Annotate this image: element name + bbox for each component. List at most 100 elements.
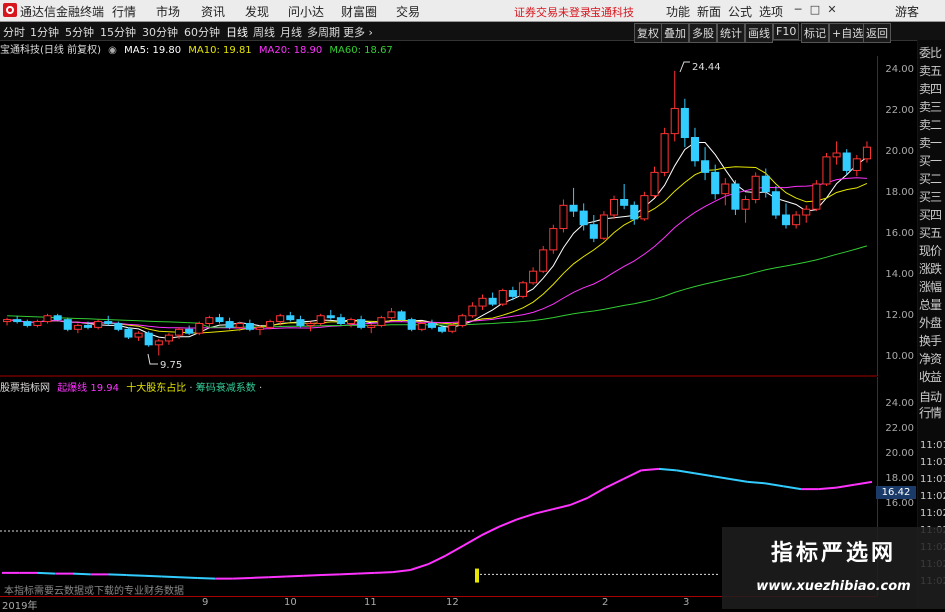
- tool-drawing[interactable]: 画线: [745, 23, 773, 43]
- menu-formula[interactable]: 公式: [728, 3, 752, 20]
- guest-label[interactable]: 游客: [895, 3, 919, 20]
- tool-f10[interactable]: F10: [773, 23, 800, 40]
- menu-news[interactable]: 资讯: [201, 3, 225, 20]
- candle-body: [63, 319, 72, 330]
- candle-body: [174, 328, 184, 336]
- side-item[interactable]: 买四: [919, 206, 942, 223]
- side-item[interactable]: 现价: [919, 242, 942, 259]
- minimize-icon[interactable]: ─: [790, 2, 806, 18]
- indicator-segment: [268, 575, 287, 579]
- side-item[interactable]: 外盘: [919, 314, 942, 331]
- tab-weekly[interactable]: 周线: [253, 24, 275, 40]
- tool-back[interactable]: 返回: [863, 23, 891, 43]
- time-tick: 2: [602, 597, 609, 608]
- menu-options[interactable]: 选项: [759, 3, 783, 20]
- tab-15min[interactable]: 15分钟: [100, 24, 136, 40]
- menu-market[interactable]: 市场: [156, 3, 180, 20]
- candle-body: [276, 315, 285, 323]
- restore-icon[interactable]: □: [807, 2, 823, 18]
- candle-body: [670, 107, 679, 135]
- candle-body: [468, 305, 477, 317]
- indicator-segment: [836, 483, 855, 489]
- tab-1min[interactable]: 1分钟: [30, 24, 59, 40]
- side-item[interactable]: 卖四: [919, 80, 942, 97]
- tab-more[interactable]: 更多 ›: [343, 24, 373, 40]
- login-notice[interactable]: 证券交易未登录: [514, 4, 591, 20]
- indicator-segment: [339, 572, 358, 576]
- tab-multi-period[interactable]: 多周期: [307, 24, 340, 40]
- side-item[interactable]: 买三: [919, 188, 942, 205]
- side-item[interactable]: 卖五: [919, 62, 942, 79]
- tool-add-watchlist[interactable]: +自选: [829, 23, 867, 43]
- tool-multi-stock[interactable]: 多股: [689, 23, 717, 43]
- menu-new-page[interactable]: 新面: [697, 3, 721, 20]
- settings-icon[interactable]: ◉: [108, 45, 117, 56]
- tool-mark[interactable]: 标记: [801, 23, 829, 43]
- title-bar: 通达信金融终端 行情 市场 资讯 发现 问小达 财富圈 交易 证券交易未登录 宝…: [0, 0, 945, 22]
- side-item[interactable]: 涨幅: [919, 278, 942, 295]
- menu-ask[interactable]: 问小达: [288, 3, 324, 20]
- menu-function[interactable]: 功能: [666, 3, 690, 20]
- side-item[interactable]: 卖三: [919, 98, 942, 115]
- indicator-tick: 18.00: [885, 473, 914, 484]
- side-auto[interactable]: 自动: [919, 388, 942, 405]
- indicator-segment: [126, 574, 145, 577]
- side-item[interactable]: 买五: [919, 224, 942, 241]
- tab-30min[interactable]: 30分钟: [142, 24, 178, 40]
- side-item[interactable]: 换手: [919, 332, 942, 349]
- candle-body: [680, 107, 689, 138]
- side-item[interactable]: 总量: [919, 296, 942, 313]
- watermark-title: 指标严选网: [770, 541, 896, 566]
- tab-intraday[interactable]: 分时: [3, 24, 25, 40]
- candlesticks: [3, 70, 871, 356]
- tab-daily[interactable]: 日线: [226, 24, 248, 40]
- side-item[interactable]: 收益: [919, 368, 942, 385]
- indicator-segment: [694, 472, 713, 478]
- side-time: 11:01: [920, 440, 945, 451]
- kline-chart[interactable]: 24.44 9.75: [0, 56, 877, 596]
- tab-monthly[interactable]: 月线: [280, 24, 302, 40]
- candle-body: [721, 183, 730, 195]
- candle-body: [417, 323, 426, 330]
- menu-fortune[interactable]: 财富圈: [341, 3, 377, 20]
- candle-body: [832, 152, 841, 158]
- time-tick: 11: [364, 597, 377, 608]
- side-item[interactable]: 委比: [919, 44, 942, 61]
- tool-statistics[interactable]: 统计: [717, 23, 745, 43]
- indicator-segment: [658, 467, 677, 472]
- ma5-line: [7, 142, 868, 339]
- menu-trade[interactable]: 交易: [396, 3, 420, 20]
- price-axis: 24.00 22.00 20.00 18.00 16.00 14.00 12.0…: [877, 56, 918, 376]
- indicator-source[interactable]: 股票指标网: [0, 383, 50, 394]
- side-item[interactable]: 净资: [919, 350, 942, 367]
- side-item[interactable]: 买二: [919, 170, 942, 187]
- candle-body: [255, 326, 265, 330]
- menu-discover[interactable]: 发现: [245, 3, 269, 20]
- ma10-label: MA10: 19.81: [188, 45, 252, 56]
- close-icon[interactable]: ✕: [824, 2, 840, 18]
- tab-60min[interactable]: 60分钟: [184, 24, 220, 40]
- indicator-segment: [552, 504, 571, 511]
- tab-5min[interactable]: 5分钟: [65, 24, 94, 40]
- indicator-segment: [161, 575, 180, 579]
- candle-body: [569, 204, 578, 212]
- menu-quotes[interactable]: 行情: [112, 3, 136, 20]
- side-item[interactable]: 卖一: [919, 134, 942, 151]
- price-tick: 18.00: [885, 187, 914, 198]
- stock-name[interactable]: 宝通科技(日线 前复权): [0, 45, 101, 56]
- candle-body: [852, 158, 861, 171]
- candle-body: [164, 334, 173, 342]
- candle-body: [751, 175, 760, 200]
- side-item[interactable]: 买一: [919, 152, 942, 169]
- tool-adjust[interactable]: 复权: [634, 23, 662, 43]
- side-quotes[interactable]: 行情: [919, 404, 942, 421]
- side-item[interactable]: 涨跌: [919, 260, 942, 277]
- candle-body: [701, 160, 710, 173]
- tool-overlay[interactable]: 叠加: [661, 23, 689, 43]
- candle-body: [266, 321, 275, 328]
- side-item[interactable]: 卖二: [919, 116, 942, 133]
- indicator-segment: [197, 576, 216, 580]
- indicator-segment: [729, 478, 748, 483]
- main-chart-info: 宝通科技(日线 前复权) ◉ MA5: 19.80 MA10: 19.81 MA…: [0, 41, 877, 56]
- candle-body: [862, 146, 871, 160]
